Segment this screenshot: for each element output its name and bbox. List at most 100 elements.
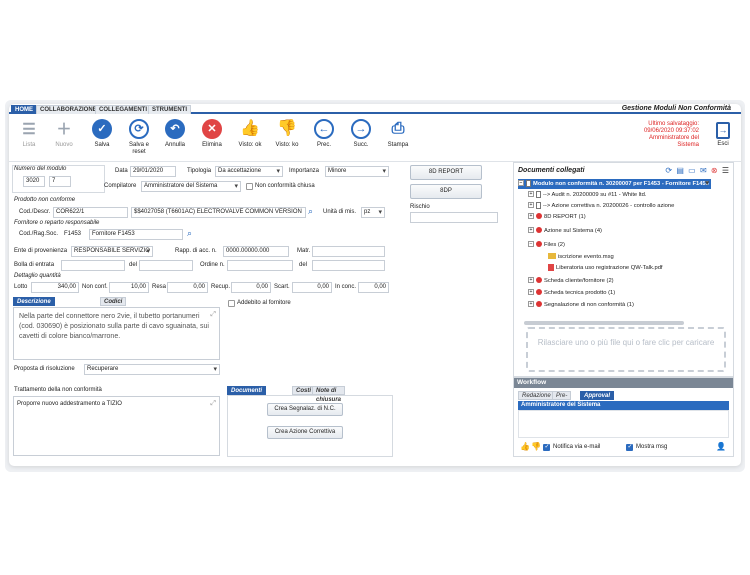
visto-ok-button[interactable]: 👍 Visto: ok [233,119,267,149]
nuovo-button[interactable]: ＋ Nuovo [47,119,81,149]
delete-icon[interactable]: ⊗ [711,166,718,175]
salva-button[interactable]: ✓ Salva [85,119,119,149]
tree-item-modulo[interactable]: − Modulo non conformità n. 30200007 per F… [518,179,711,189]
tab-home[interactable]: HOME [11,105,37,114]
addebito-checkbox[interactable] [228,300,235,307]
search-icon[interactable]: ⌕ [187,228,192,239]
tree-item-azione-correttiva[interactable]: + --> Azione correttiva n. 20200026 - con… [528,201,674,211]
compilatore-label: Compilatore [104,183,137,189]
tree-item-azione-sistema[interactable]: + Azione sul Sistema (4) [528,226,602,236]
search-icon[interactable]: ⌕ [308,206,313,217]
tab-note-chiusura[interactable]: Note di chiusura [312,386,346,403]
scart-label: Scart. [274,284,290,290]
rischio-field[interactable] [410,212,498,223]
visto-ko-button[interactable]: 👎 Visto: ko [270,119,304,149]
bolla-label: Bolla di entrata [14,262,55,268]
numero-num-field[interactable]: 7 [49,176,71,187]
tree-item-8d-report[interactable]: +8D REPORT (1) [528,212,586,222]
ente-select[interactable]: RESPONSABILE SERVIZIO P... [71,246,153,257]
8d-report-button[interactable]: 8D REPORT [410,165,482,180]
resa-label: Resa [152,284,167,290]
envelope-icon [548,253,556,260]
nonconf-field[interactable]: 10,00 [109,282,149,293]
crea-azione-button[interactable]: Crea Azione Correttiva [267,426,343,439]
tree-item-scheda-tecnica[interactable]: + Scheda tecnica prodotto (1) [528,288,615,298]
tipologia-select[interactable]: Da accettazione [215,166,283,177]
rapp-label: Rapp. di acc. n. [175,248,217,254]
expand-icon[interactable]: ⤢ [210,310,216,320]
tree-item-segnalazione[interactable]: + Segnalazione di non conformità (1) [528,300,634,310]
user-icon[interactable]: 👤 [716,442,726,451]
tab-collegamenti[interactable]: COLLEGAMENTI [95,105,151,114]
annulla-button[interactable]: ↶ Annulla [158,119,192,149]
numero-label: Numero del modulo [14,166,67,172]
document-icon [536,190,541,198]
clipboard-icon[interactable]: ▤ [676,166,684,175]
tab-collaborazione[interactable]: COLLABORAZIONE [36,105,101,114]
lotto-field[interactable]: 340,00 [31,282,79,293]
tree-item-pdf-file[interactable]: Liberatoria uso registrazione QW-Talk.pd… [548,263,663,273]
add-document-icon[interactable]: ▭ [688,166,696,175]
mostra-checkbox[interactable] [626,443,633,451]
trattamento-textarea[interactable]: Proporre nuovo addestramento a TIZIO ⤢ [13,396,220,456]
toolbar: ☰ Lista ＋ Nuovo ✓ Salva ⟳ Salva e reset … [9,116,741,162]
salva-reset-button[interactable]: ⟳ Salva e reset [122,119,156,156]
thumbs-up-icon[interactable]: 👍 [520,442,530,451]
tab-redazione[interactable]: Redazione [518,391,555,400]
proposta-select[interactable]: Recuperare [84,364,220,375]
tab-codici[interactable]: Codici [100,297,127,306]
stampa-button[interactable]: ⎙ Stampa [381,119,415,149]
tab-approval[interactable]: Approval [580,391,615,400]
unita-select[interactable]: pz [361,207,385,218]
tree-item-scheda-cliente[interactable]: + Scheda cliente/fornitore (2) [528,276,614,286]
thumbs-down-icon[interactable]: 👎 [531,442,541,451]
ordine-field[interactable] [227,260,293,271]
recup-field[interactable]: 0,00 [231,282,271,293]
data-field[interactable]: 29/01/2020 [130,166,176,177]
resa-field[interactable]: 0,00 [167,282,208,293]
horizontal-scrollbar[interactable] [524,321,684,325]
email-icon[interactable]: ✉ [700,166,707,175]
tree-item-msg-file[interactable]: iscrizione evento.msg [548,252,614,262]
file-dropzone[interactable]: Rilasciare uno o più file qui o fare cli… [526,327,726,372]
tab-strumenti[interactable]: STRUMENTI [148,105,191,114]
fornitore-label: Fornitore o reparto responsabile [14,220,100,226]
inconc-field[interactable]: 0,00 [358,282,389,293]
crea-segnalazione-button[interactable]: Crea Segnalaz. di N.C. [267,403,343,416]
elimina-button[interactable]: ✕ Elimina [195,119,229,149]
fornitore-nome-field[interactable]: Fornitore F1453 [89,229,183,240]
notifica-checkbox[interactable] [543,443,550,451]
workflow-row[interactable]: Amministratore del Sistema [518,401,729,410]
tab-descrizione[interactable]: Descrizione non conformità [13,297,55,323]
tab-pre-test[interactable]: Pre-test [552,391,572,408]
ordine-del-field[interactable] [312,260,385,271]
menu-icon[interactable]: ☰ [722,166,729,175]
succ-button[interactable]: → Succ. [344,119,378,149]
tab-documenti-collegati[interactable]: Documenti collegati [227,386,267,403]
refresh-icon[interactable]: ⟳ [665,166,672,175]
scart-field[interactable]: 0,00 [292,282,332,293]
matr-field[interactable] [312,246,385,257]
tree-item-files[interactable]: − Files (2) [528,240,565,250]
red-dot-icon [536,227,542,234]
lista-button[interactable]: ☰ Lista [12,119,46,149]
nc-chiusa-checkbox[interactable] [246,183,253,190]
bolla-del-field[interactable] [139,260,193,271]
prodotto-descr-field[interactable]: $$4027058 (T6601AC) ELECTROVALVE COMMON … [131,207,306,218]
rapp-field[interactable]: 0000.00000.000 [223,246,289,257]
importanza-select[interactable]: Minore [325,166,389,177]
ordine-label: Ordine n. [200,262,225,268]
numero-anno-field[interactable]: 3020 [23,176,45,187]
printer-icon: ⎙ [391,120,405,137]
matr-label: Matr. [297,248,311,254]
8dp-button[interactable]: 8DP [410,184,482,199]
expand-icon[interactable]: ⤢ [210,399,216,409]
mostra-label: Mostra msg [636,444,668,450]
esci-button[interactable]: → Esci [713,122,733,147]
compilatore-select[interactable]: Amministratore del Sistema [141,181,241,192]
bolla-field[interactable] [61,260,125,271]
prodotto-cod-field[interactable]: COR622/1 [53,207,128,218]
prec-button[interactable]: ← Prec. [307,119,341,149]
tree-item-audit[interactable]: + --> Audit n. 20200009 su #11 - White lt… [528,190,647,200]
descrizione-textarea[interactable]: Nella parte del connettore nero 2vie, il… [13,307,220,360]
